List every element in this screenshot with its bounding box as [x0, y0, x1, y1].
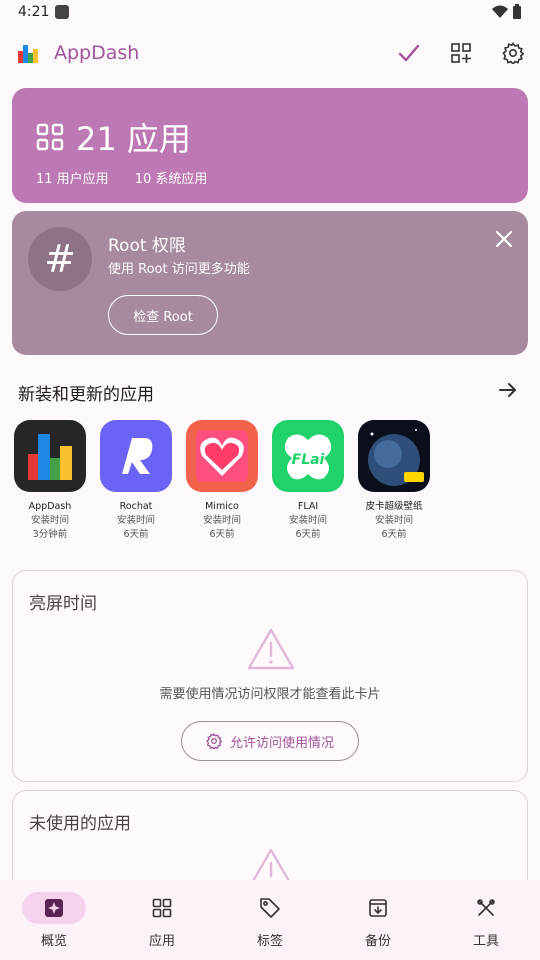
- mimico-app-icon: [186, 420, 258, 492]
- nav-apps[interactable]: 应用: [108, 880, 216, 960]
- app-item-rochat[interactable]: Rochat 安装时间 6天前: [100, 420, 172, 542]
- app-item-flai[interactable]: FLai FLAI 安装时间 6天前: [272, 420, 344, 542]
- hash-icon: #: [28, 227, 92, 291]
- nav-backup-label: 备份: [364, 934, 391, 949]
- status-time: 4:21: [18, 4, 50, 20]
- app-item-pika-wallpaper[interactable]: 皮卡超级壁纸 安装时间 6天前: [358, 420, 430, 542]
- recent-apps-title: 新装和更新的应用: [18, 385, 154, 405]
- battery-icon: [513, 4, 521, 19]
- appdash-app-icon: [14, 420, 86, 492]
- backup-icon: [369, 899, 387, 917]
- gear-icon: [206, 733, 222, 749]
- notification-icon: [55, 5, 70, 19]
- svg-text:FLai: FLai: [292, 452, 325, 468]
- allow-usage-access-button[interactable]: 允许访问使用情况: [181, 721, 359, 761]
- root-title: Root 权限: [108, 236, 186, 256]
- recent-apps-list: AppDash 安装时间 3分钟前 Rochat 安装时间 6天前 Mimico…: [14, 420, 430, 542]
- arrow-right-icon[interactable]: [498, 380, 518, 400]
- wifi-icon: [492, 5, 508, 18]
- nav-overview-label: 概览: [40, 934, 67, 949]
- screen-time-card: 亮屏时间 需要使用情况访问权限才能查看此卡片 允许访问使用情况: [12, 570, 528, 782]
- screen-time-message: 需要使用情况访问权限才能查看此卡片: [159, 687, 381, 702]
- nav-tags-label: 标签: [256, 934, 283, 949]
- apps-count: 21 应用: [76, 120, 191, 158]
- tag-icon: [260, 898, 280, 918]
- app-title: AppDash: [54, 42, 140, 64]
- unused-apps-card: 未使用的应用: [12, 790, 528, 890]
- nav-tools-label: 工具: [472, 934, 499, 949]
- app-item-mimico[interactable]: Mimico 安装时间 6天前: [186, 420, 258, 542]
- app-bar: AppDash: [0, 28, 540, 78]
- nav-overview[interactable]: 概览: [0, 880, 108, 960]
- user-apps-count: 11 用户应用: [36, 172, 109, 187]
- flai-app-icon: FLai: [272, 420, 344, 492]
- add-widget-button[interactable]: [450, 42, 472, 64]
- nav-tags[interactable]: 标签: [216, 880, 324, 960]
- app-item-appdash[interactable]: AppDash 安装时间 3分钟前: [14, 420, 86, 542]
- gear-icon: [502, 42, 524, 64]
- appdash-logo-icon: [18, 45, 38, 63]
- close-icon[interactable]: [494, 229, 514, 249]
- apps-grid-icon: [36, 123, 64, 151]
- nav-tools[interactable]: 工具: [432, 880, 540, 960]
- apps-summary-card[interactable]: 21 应用 11 用户应用 10 系统应用: [12, 88, 528, 203]
- root-card: # Root 权限 使用 Root 访问更多功能 检查 Root: [12, 211, 528, 355]
- rochat-app-icon: [100, 420, 172, 492]
- apps-grid-icon: [152, 898, 172, 918]
- nav-apps-label: 应用: [148, 934, 175, 949]
- grid-add-icon: [451, 43, 471, 63]
- check-root-button[interactable]: 检查 Root: [108, 295, 218, 335]
- overview-icon: [45, 899, 63, 917]
- settings-button[interactable]: [502, 42, 524, 64]
- screen-time-title: 亮屏时间: [29, 594, 97, 614]
- root-description: 使用 Root 访问更多功能: [108, 262, 250, 277]
- tools-icon: [477, 899, 495, 916]
- warning-icon: [247, 628, 295, 670]
- status-bar: 4:21: [0, 0, 540, 24]
- unused-apps-title: 未使用的应用: [29, 814, 131, 834]
- status-icons: [492, 4, 522, 20]
- check-button[interactable]: [398, 42, 420, 64]
- bottom-navigation: 概览 应用 标签 备份 工具: [0, 880, 540, 960]
- nav-backup[interactable]: 备份: [324, 880, 432, 960]
- system-apps-count: 10 系统应用: [134, 172, 208, 187]
- allow-usage-access-label: 允许访问使用情况: [229, 735, 334, 751]
- check-icon: [398, 44, 420, 62]
- pika-wallpaper-app-icon: [358, 420, 430, 492]
